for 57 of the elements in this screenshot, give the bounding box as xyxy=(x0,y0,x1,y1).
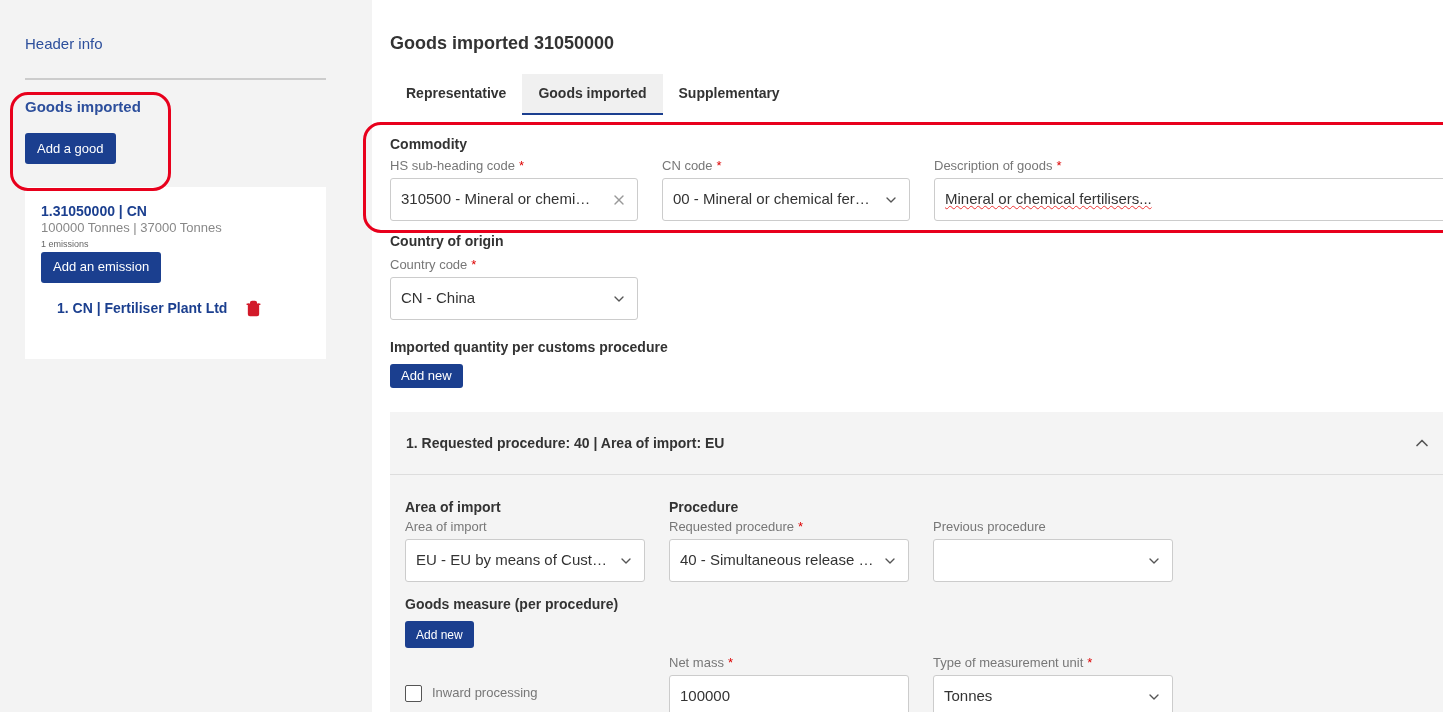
select-field[interactable]: Tonnes xyxy=(933,675,1173,712)
field-label: HS sub-heading code xyxy=(390,157,516,176)
tab[interactable]: Representative xyxy=(390,74,523,115)
field-value: 00 - Mineral or chemical fer… xyxy=(673,189,871,210)
field-value: Tonnes xyxy=(944,686,994,707)
required-asterisk: * xyxy=(798,518,804,537)
field-value: CN - China xyxy=(401,288,477,309)
field-label: Requested procedure xyxy=(669,518,795,537)
select-field[interactable] xyxy=(933,539,1173,582)
field-label: Description of goods xyxy=(934,157,1053,176)
field-label: Type of measurement unit xyxy=(933,654,1084,673)
goods-title[interactable]: 1.31050000 | CN xyxy=(41,203,147,220)
tab[interactable]: Supplementary xyxy=(662,74,796,115)
checkbox[interactable] xyxy=(405,684,422,702)
section-heading: Commodity xyxy=(390,135,467,154)
required-asterisk: * xyxy=(519,157,525,176)
add-new-button[interactable]: Add new xyxy=(405,621,474,648)
section-heading: Imported quantity per customs procedure xyxy=(390,338,668,357)
required-asterisk: * xyxy=(1056,157,1062,176)
section-title: Goods imported xyxy=(25,96,141,117)
add-emission-button[interactable]: Add an emission xyxy=(41,251,162,283)
field-label: Country code xyxy=(390,256,468,275)
required-asterisk: * xyxy=(471,256,477,275)
section-heading: Procedure xyxy=(669,498,739,517)
field-value: 310500 - Mineral or chemi… xyxy=(401,189,592,210)
field-value: 100000 xyxy=(680,686,732,707)
header-info-link[interactable]: Header info xyxy=(25,33,103,56)
field-label: Area of import xyxy=(405,518,487,537)
required-asterisk: * xyxy=(716,157,722,176)
select-field[interactable]: 00 - Mineral or chemical fer… xyxy=(662,178,910,221)
panel-title: 1. Requested procedure: 40 | Area of import: EU xyxy=(406,433,726,453)
field-value: EU - EU by means of Cust… xyxy=(416,550,608,571)
select-field[interactable]: 40 - Simultaneous release … xyxy=(669,539,909,582)
select-field[interactable]: CN - China xyxy=(390,277,638,320)
field-label: Previous procedure xyxy=(933,518,1046,537)
emission-link[interactable]: 1. CN | Fertiliser Plant Ltd xyxy=(57,297,228,319)
field-label: Net mass xyxy=(669,654,724,673)
field-label: CN code xyxy=(662,157,713,176)
input-field[interactable]: 100000 xyxy=(669,675,909,712)
section-heading: Goods measure (per procedure) xyxy=(405,595,619,614)
trash-icon[interactable] xyxy=(245,299,263,317)
field-value: Mineral or chemical fertilisers... xyxy=(945,189,1153,210)
section-heading: Area of import xyxy=(405,498,502,517)
add-new-button[interactable]: Add new xyxy=(390,364,463,388)
goods-quantities: 100000 Tonnes | 37000 Tonnes xyxy=(41,220,223,236)
required-asterisk: * xyxy=(727,654,733,673)
section-heading: Country of origin xyxy=(390,232,504,251)
field-value: 40 - Simultaneous release … xyxy=(680,550,874,571)
page-title: Goods imported 31050000 xyxy=(390,32,615,55)
input-field[interactable]: Mineral or chemical fertilisers... xyxy=(934,178,1443,221)
select-field[interactable]: 310500 - Mineral or chemi… xyxy=(390,178,638,221)
required-asterisk: * xyxy=(1087,654,1093,673)
emissions-count: 1 emissions xyxy=(41,238,90,251)
checkbox-label: Inward processing xyxy=(432,684,538,703)
select-field[interactable]: EU - EU by means of Cust… xyxy=(405,539,645,582)
tab[interactable]: Goods imported xyxy=(522,74,663,115)
add-good-button[interactable]: Add a good xyxy=(25,133,116,164)
